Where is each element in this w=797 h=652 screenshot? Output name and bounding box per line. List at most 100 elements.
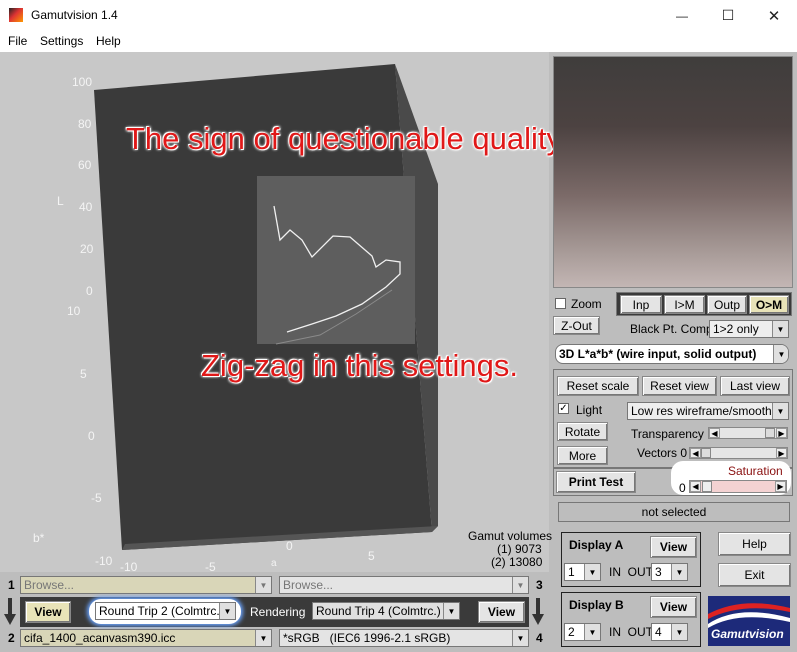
saturation-label: Saturation (728, 464, 783, 478)
slider-thumb[interactable] (765, 428, 775, 438)
down-arrow-right-icon (532, 598, 544, 625)
render-mode-value: Low res wireframe/smooth (631, 404, 772, 418)
last-view-button[interactable]: Last view (720, 376, 790, 396)
display-mode-value: 3D L*a*b* (wire input, solid output) (559, 347, 757, 361)
chevron-down-icon: ▼ (443, 603, 459, 619)
a-tick-5: 5 (368, 549, 375, 563)
slider-right-arrow-icon[interactable]: ▶ (776, 428, 787, 438)
reset-view-button[interactable]: Reset view (642, 376, 717, 396)
slider-right-arrow-icon[interactable]: ▶ (776, 448, 787, 458)
rotate-button[interactable]: Rotate (557, 422, 608, 441)
view-left-button[interactable]: View (25, 601, 71, 623)
preview-image (553, 56, 793, 288)
chevron-down-icon: ▼ (671, 564, 687, 580)
more-button[interactable]: More (557, 446, 608, 465)
slot-number-2: 2 (8, 631, 15, 645)
view-right-button[interactable]: View (478, 601, 525, 623)
slider-thumb[interactable] (702, 481, 712, 492)
browse-right-select[interactable]: Browse... ▼ (279, 576, 529, 594)
vectors-label: Vectors 0 (637, 446, 688, 460)
minimize-button[interactable]: — (659, 0, 705, 31)
chevron-down-icon: ▼ (255, 577, 271, 593)
a-tick-neg10: -10 (120, 560, 138, 574)
close-button[interactable]: ✕ (751, 0, 797, 31)
render-mode-select[interactable]: Low res wireframe/smooth ▼ (627, 402, 789, 420)
display-a-in-select[interactable]: 1 ▼ (564, 563, 601, 581)
chevron-down-icon: ▼ (219, 603, 235, 619)
rendering-left-select[interactable]: Round Trip 2 (Colmtrc.) ▼ (95, 602, 236, 620)
b-tick-neg10: -10 (95, 554, 113, 568)
chevron-down-icon: ▼ (671, 624, 687, 640)
display-a-in-out-label: IN OUT (609, 565, 653, 579)
black-pt-value: 1>2 only (713, 322, 759, 336)
menu-bar: File Settings Help (0, 31, 797, 52)
zoom-checkbox[interactable] (555, 298, 566, 309)
light-checkbox[interactable]: ✓ (558, 403, 569, 414)
transparency-slider[interactable]: ◀ ▶ (708, 427, 788, 439)
chevron-down-icon: ▼ (584, 624, 600, 640)
annotation-bottom: Zig-zag in this settings. (201, 348, 519, 383)
gamut-inset-panel (257, 176, 415, 344)
menu-file[interactable]: File (8, 34, 27, 48)
print-test-button[interactable]: Print Test (556, 471, 636, 493)
profile-left-select[interactable]: cifa_1400_acanvasm390.icc ▼ (20, 629, 272, 647)
display-a-out-value: 3 (655, 565, 662, 579)
down-arrow-left-icon (4, 598, 16, 625)
black-pt-select[interactable]: 1>2 only ▼ (709, 320, 789, 338)
mode-om-button[interactable]: O>M (749, 295, 789, 314)
slider-right-arrow-icon[interactable]: ▶ (775, 481, 786, 492)
display-b-in-value: 2 (568, 625, 575, 639)
a-axis-label: a (271, 558, 277, 569)
slider-left-arrow-icon[interactable]: ◀ (709, 428, 720, 438)
display-b-panel: Display B View 2 ▼ IN OUT 4 ▼ (561, 592, 701, 647)
exit-button[interactable]: Exit (718, 563, 791, 587)
chevron-down-icon: ▼ (512, 630, 528, 646)
b-axis-label: b* (33, 531, 45, 545)
display-b-in-select[interactable]: 2 ▼ (564, 623, 601, 641)
menu-settings[interactable]: Settings (40, 34, 83, 48)
l-tick-60: 60 (78, 158, 92, 172)
saturation-value: 0 (679, 481, 686, 495)
display-a-out-select[interactable]: 3 ▼ (651, 563, 688, 581)
display-mode-select[interactable]: 3D L*a*b* (wire input, solid output) ▼ (555, 344, 789, 364)
reset-scale-button[interactable]: Reset scale (557, 376, 639, 396)
mode-outp-button[interactable]: Outp (707, 295, 747, 314)
rendering-left-value: Round Trip 2 (Colmtrc.) (99, 604, 224, 618)
slot-number-4: 4 (536, 631, 543, 645)
l-axis-label: L (57, 194, 64, 208)
window-title: Gamutvision 1.4 (31, 8, 118, 22)
l-tick-40: 40 (79, 200, 93, 214)
title-bar: Gamutvision 1.4 — ☐ ✕ (0, 0, 797, 31)
saturation-slider[interactable]: ◀ ▶ (689, 480, 787, 493)
profile-left-value: cifa_1400_acanvasm390.icc (24, 631, 176, 645)
profile-right-select[interactable]: *sRGB (IEC6 1996-2.1 sRGB) ▼ (279, 629, 529, 647)
display-b-out-select[interactable]: 4 ▼ (651, 623, 688, 641)
rendering-right-value: Round Trip 4 (Colmtrc.) (316, 604, 441, 618)
mode-im-button[interactable]: I>M (664, 295, 705, 314)
b-tick-5: 5 (80, 367, 87, 381)
slider-thumb[interactable] (701, 448, 711, 458)
display-b-in-out-label: IN OUT (609, 625, 653, 639)
display-b-view-button[interactable]: View (650, 596, 697, 618)
gamut-volume-1: (1) 9073 (497, 542, 542, 556)
l-tick-0: 0 (86, 284, 93, 298)
browse-left-select[interactable]: Browse... ▼ (20, 576, 272, 594)
display-a-title: Display A (569, 538, 624, 552)
help-button[interactable]: Help (718, 532, 791, 556)
slider-left-arrow-icon[interactable]: ◀ (690, 481, 701, 492)
vectors-slider[interactable]: ◀ ▶ (689, 447, 788, 459)
rendering-right-select[interactable]: Round Trip 4 (Colmtrc.) ▼ (312, 602, 460, 620)
profile-right-value: *sRGB (IEC6 1996-2.1 sRGB) (283, 631, 451, 645)
a-tick-neg5: -5 (205, 560, 216, 574)
slider-left-arrow-icon[interactable]: ◀ (690, 448, 701, 458)
slot-number-1: 1 (8, 578, 15, 592)
mode-inp-button[interactable]: Inp (620, 295, 662, 314)
b-tick-0: 0 (88, 429, 95, 443)
chevron-down-icon: ▼ (512, 577, 528, 593)
display-a-view-button[interactable]: View (650, 536, 697, 558)
maximize-button[interactable]: ☐ (705, 0, 751, 31)
menu-help[interactable]: Help (96, 34, 121, 48)
zout-button[interactable]: Z-Out (553, 316, 600, 335)
gamutvision-logo: Gamutvision (708, 596, 790, 646)
display-a-panel: Display A View 1 ▼ IN OUT 3 ▼ (561, 532, 701, 587)
